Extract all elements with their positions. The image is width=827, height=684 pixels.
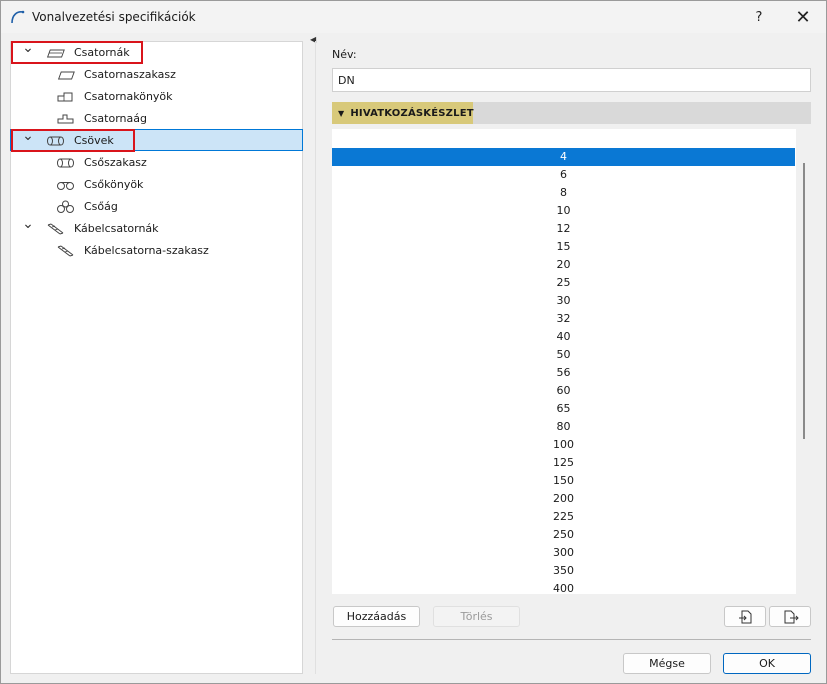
- list-item[interactable]: 225: [332, 508, 795, 526]
- footer-separator: [332, 639, 811, 640]
- list-item[interactable]: 200: [332, 490, 795, 508]
- tree-item-label: Csatornakönyök: [84, 90, 173, 103]
- list-item[interactable]: 32: [332, 310, 795, 328]
- list-item[interactable]: 56: [332, 364, 795, 382]
- list-item[interactable]: 30: [332, 292, 795, 310]
- export-icon: [784, 610, 799, 624]
- tree-item-1[interactable]: Csatornaszakasz: [11, 64, 302, 86]
- panel-splitter[interactable]: [315, 41, 316, 674]
- tree-item-5[interactable]: Csőszakasz: [11, 152, 302, 174]
- window-title: Vonalvezetési specifikációk: [32, 10, 196, 24]
- cancel-button[interactable]: Mégse: [623, 653, 711, 674]
- pipe-segment-icon: [57, 158, 74, 168]
- tree-item-6[interactable]: Csőkönyök: [11, 174, 302, 196]
- dialog-window: Vonalvezetési specifikációk ? ✕ ⌄ Csatorn…: [0, 0, 827, 684]
- tree-item-label: Kábelcsatorna-szakasz: [84, 244, 209, 257]
- import-icon: [739, 610, 752, 624]
- export-button[interactable]: [769, 606, 811, 627]
- pipe-elbow-icon: [57, 182, 74, 190]
- list-item[interactable]: 60: [332, 382, 795, 400]
- tree-item-9[interactable]: Kábelcsatorna-szakasz: [11, 240, 302, 262]
- list-item[interactable]: 8: [332, 184, 795, 202]
- cable-tray-icon: [47, 223, 64, 235]
- tree-item-label: Csövek: [74, 134, 114, 147]
- duct-segment-icon: [57, 71, 75, 80]
- list-item[interactable]: 300: [332, 544, 795, 562]
- list-item[interactable]: 150: [332, 472, 795, 490]
- list-item[interactable]: 20: [332, 256, 795, 274]
- delete-button[interactable]: Törlés: [433, 606, 520, 627]
- duct-icon: [46, 49, 65, 58]
- chevron-down-icon[interactable]: ⌄: [22, 217, 34, 231]
- chevron-down-icon[interactable]: ⌄: [22, 41, 34, 55]
- name-input[interactable]: [332, 68, 811, 92]
- tree-item-label: Csatornaszakasz: [84, 68, 176, 81]
- app-arc-icon: [11, 10, 25, 24]
- add-button[interactable]: Hozzáadás: [333, 606, 420, 627]
- tree-item-label: Csőág: [84, 200, 118, 213]
- triangle-down-icon: ▼: [338, 108, 345, 118]
- list-item[interactable]: 125: [332, 454, 795, 472]
- tree-item-7[interactable]: Csőág: [11, 196, 302, 218]
- list-item[interactable]: 400: [332, 580, 795, 594]
- ok-button[interactable]: OK: [723, 653, 811, 674]
- tree-item-label: Csőkönyök: [84, 178, 144, 191]
- tree-item-0[interactable]: ⌄ Csatornák: [11, 41, 302, 64]
- pipe-branch-icon: [57, 200, 74, 213]
- tree-item-8[interactable]: ⌄ Kábelcsatornák: [11, 217, 302, 240]
- title-bar: Vonalvezetési specifikációk ? ✕: [1, 1, 826, 33]
- list-item[interactable]: [332, 130, 795, 148]
- list-item[interactable]: 80: [332, 418, 795, 436]
- list-item[interactable]: 40: [332, 328, 795, 346]
- chevron-down-icon[interactable]: ⌄: [22, 129, 34, 143]
- close-button[interactable]: ✕: [781, 1, 825, 33]
- import-button[interactable]: [724, 606, 766, 627]
- list-item[interactable]: 6: [332, 166, 795, 184]
- collapse-panel-icon[interactable]: ◀: [310, 35, 318, 44]
- list-item[interactable]: 65: [332, 400, 795, 418]
- tree-item-2[interactable]: Csatornakönyök: [11, 86, 302, 108]
- name-label: Név:: [332, 48, 357, 61]
- list-item[interactable]: 15: [332, 238, 795, 256]
- tree-item-3[interactable]: Csatornaág: [11, 108, 302, 130]
- specification-tree: ⌄ Csatornák Csatornaszakasz Csatornakönyök C…: [10, 41, 303, 674]
- list-item[interactable]: 100: [332, 436, 795, 454]
- reference-set-label: HIVATKOZÁSKÉSZLET: [350, 107, 474, 119]
- list-item[interactable]: 350: [332, 562, 795, 580]
- reference-set-header[interactable]: ▼ HIVATKOZÁSKÉSZLET: [332, 102, 474, 124]
- tree-item-label: Csőszakasz: [84, 156, 147, 169]
- list-scrollbar[interactable]: [803, 163, 805, 439]
- reference-list[interactable]: 4 6 8 10 12 15 20 25 30 32 40 50 56 60 65 80 100 125 150 20…: [332, 129, 796, 594]
- duct-branch-icon: [57, 114, 74, 124]
- tree-item-4[interactable]: ⌄ Csövek: [10, 129, 303, 151]
- list-item[interactable]: 10: [332, 202, 795, 220]
- help-button[interactable]: ?: [737, 1, 781, 33]
- tree-item-label: Csatornák: [74, 46, 130, 59]
- section-bar: ▼ HIVATKOZÁSKÉSZLET: [332, 102, 811, 124]
- tree-item-label: Csatornaág: [84, 112, 147, 125]
- pipe-icon: [47, 136, 64, 146]
- cable-tray-segment-icon: [57, 245, 74, 257]
- list-item[interactable]: 12: [332, 220, 795, 238]
- list-item[interactable]: 50: [332, 346, 795, 364]
- list-item[interactable]: 4: [332, 148, 795, 166]
- list-item[interactable]: 25: [332, 274, 795, 292]
- tree-item-label: Kábelcsatornák: [74, 222, 159, 235]
- list-item[interactable]: 250: [332, 526, 795, 544]
- duct-elbow-icon: [57, 92, 73, 102]
